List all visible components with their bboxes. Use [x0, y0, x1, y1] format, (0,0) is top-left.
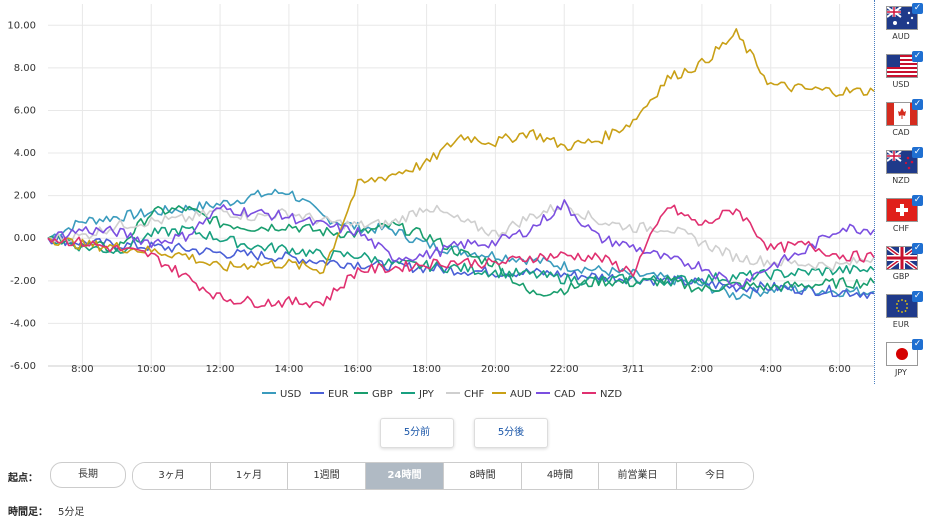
legend-swatch [536, 392, 550, 394]
legend-swatch [310, 392, 324, 394]
range-option-today[interactable]: 今日 [676, 463, 753, 489]
legend-swatch [582, 392, 596, 394]
checkbox-checked-icon: ✓ [912, 147, 923, 158]
range-option-8h[interactable]: 8時間 [443, 463, 521, 489]
range-option-3m[interactable]: 3ヶ月 [133, 463, 210, 489]
checkbox-checked-icon: ✓ [912, 99, 923, 110]
checkbox-checked-icon: ✓ [912, 291, 923, 302]
range-long-button[interactable]: 長期 [50, 462, 126, 488]
y-tick-label: 4.00 [14, 148, 36, 159]
flag-label: CHF [892, 224, 910, 233]
legend-swatch [492, 392, 506, 394]
legend-label: NZD [600, 389, 623, 400]
x-tick-label: 3/11 [622, 364, 644, 375]
legend-item-aud[interactable]: AUD [492, 389, 532, 400]
series-line-chf [47, 199, 875, 272]
chart-grid [48, 4, 874, 367]
series-line-usd [47, 188, 875, 301]
legend-item-nzd[interactable]: NZD [582, 389, 622, 400]
range-option-prev-business-day[interactable]: 前営業日 [598, 463, 676, 489]
checkbox-checked-icon: ✓ [912, 195, 923, 206]
chart-series [47, 28, 875, 309]
legend-item-usd[interactable]: USD [262, 389, 301, 400]
timeframe-value: 5分足 [58, 507, 85, 518]
flag-label: GBP [892, 272, 910, 281]
y-tick-label: 2.00 [14, 191, 36, 202]
x-tick-label: 2:00 [691, 364, 713, 375]
x-tick-label: 20:00 [481, 364, 510, 375]
range-segmented-control: 3ヶ月 1ヶ月 1週間 24時間 8時間 4時間 前営業日 今日 [132, 462, 754, 490]
y-axis-labels: -6.00 -4.00 -2.00 0.00 2.00 4.00 6.00 8.00 10.00 [7, 20, 36, 372]
flag-toggle-chf[interactable]: ✓ CHF [885, 195, 925, 244]
y-tick-label: -2.00 [10, 276, 36, 287]
legend-item-eur[interactable]: EUR [310, 389, 349, 400]
flag-toggle-aud[interactable]: ✓ AUD [885, 3, 925, 52]
y-tick-label: -4.00 [10, 318, 36, 329]
series-line-jpy [47, 225, 875, 287]
legend-label: USD [280, 389, 302, 400]
range-option-1w[interactable]: 1週間 [287, 463, 365, 489]
legend-label: GBP [372, 389, 393, 400]
checkbox-checked-icon: ✓ [912, 339, 923, 350]
flag-toggle-eur[interactable]: ✓ EUR [885, 291, 925, 340]
flag-toggle-usd[interactable]: ✓ USD [885, 51, 925, 100]
currency-flag-panel: ✓ AUD ✓ USD ✓ CAD ✓ NZD ✓ CHF ✓ GBP ✓ EU… [874, 0, 928, 384]
flag-label: USD [892, 80, 910, 89]
y-tick-label: 0.00 [14, 233, 36, 244]
x-tick-label: 10:00 [137, 364, 166, 375]
checkbox-checked-icon: ✓ [912, 51, 923, 62]
y-tick-label: -6.00 [10, 361, 36, 372]
next-5min-button[interactable]: 5分後 [474, 418, 548, 448]
flag-toggle-gbp[interactable]: ✓ GBP [885, 243, 925, 292]
x-tick-label: 22:00 [550, 364, 579, 375]
range-option-1m[interactable]: 1ヶ月 [210, 463, 287, 489]
legend-item-chf[interactable]: CHF [446, 389, 484, 400]
series-line-aud [47, 28, 875, 275]
y-tick-label: 10.00 [7, 20, 36, 31]
y-tick-label: 8.00 [14, 63, 36, 74]
checkbox-checked-icon: ✓ [912, 3, 923, 14]
flag-label: AUD [892, 32, 910, 41]
legend-swatch [446, 392, 460, 394]
legend-swatch [401, 392, 415, 394]
fx-strength-chart: -6.00 -4.00 -2.00 0.00 2.00 4.00 6.00 8.00 10.00… [7, 4, 875, 375]
legend-label: AUD [510, 389, 532, 400]
legend-swatch [354, 392, 368, 394]
y-tick-label: 6.00 [14, 105, 36, 116]
flag-label: JPY [895, 368, 907, 377]
x-tick-label: 8:00 [71, 364, 93, 375]
flag-label: NZD [892, 176, 910, 185]
checkbox-checked-icon: ✓ [912, 243, 923, 254]
x-tick-label: 6:00 [828, 364, 850, 375]
range-option-24h[interactable]: 24時間 [365, 463, 443, 489]
x-tick-label: 12:00 [206, 364, 235, 375]
legend-label: JPY [419, 389, 434, 400]
flag-label: CAD [892, 128, 910, 137]
flag-toggle-cad[interactable]: ✓ CAD [885, 99, 925, 148]
legend-item-cad[interactable]: CAD [536, 389, 576, 400]
range-option-4h[interactable]: 4時間 [521, 463, 598, 489]
legend-item-jpy[interactable]: JPY [401, 389, 434, 400]
x-tick-label: 4:00 [760, 364, 782, 375]
legend-item-gbp[interactable]: GBP [354, 389, 393, 400]
prev-5min-button[interactable]: 5分前 [380, 418, 454, 448]
flag-toggle-nzd[interactable]: ✓ NZD [885, 147, 925, 196]
timeframe-label: 時間足： [8, 507, 48, 518]
x-tick-label: 18:00 [412, 364, 441, 375]
legend-label: CHF [464, 389, 485, 400]
range-origin-label: 起点： [8, 473, 38, 484]
legend-swatch [262, 392, 276, 394]
x-tick-label: 14:00 [275, 364, 304, 375]
legend-label: EUR [328, 389, 349, 400]
x-tick-label: 16:00 [343, 364, 372, 375]
flag-label: EUR [892, 320, 910, 329]
legend-label: CAD [554, 389, 576, 400]
flag-toggle-jpy[interactable]: ✓ JPY [885, 339, 925, 388]
series-line-eur [47, 235, 875, 299]
